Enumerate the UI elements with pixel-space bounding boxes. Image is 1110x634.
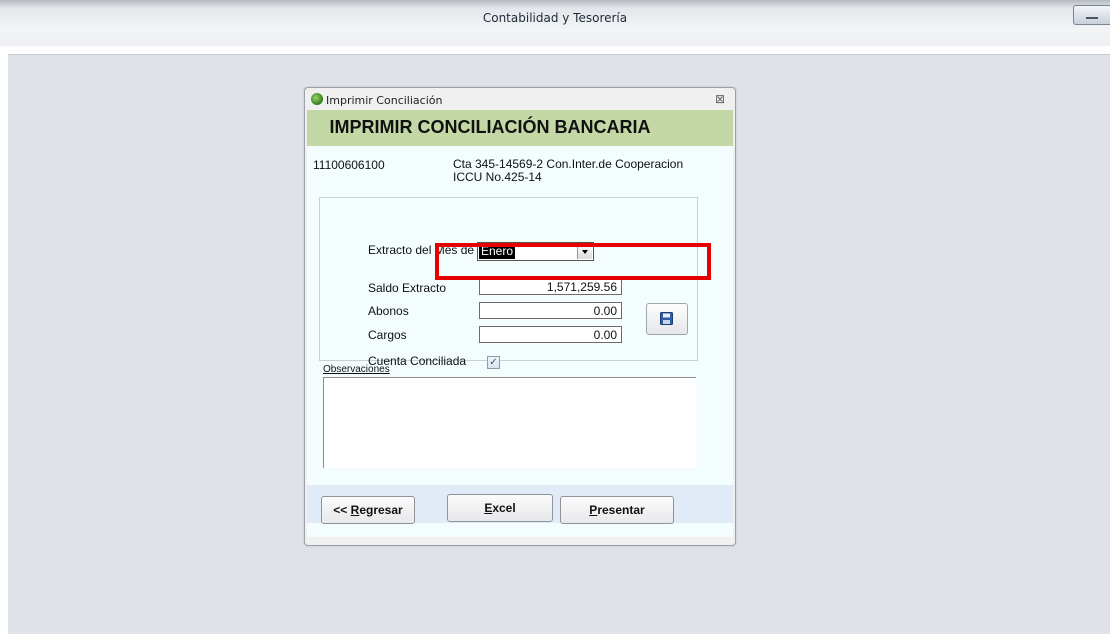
chevron-down-icon[interactable] [577,244,592,259]
dialog-client-area: IMPRIMIR CONCILIACIÓN BANCARIA 111006061… [307,110,733,537]
observaciones-label-text: Observaciones [323,364,390,375]
saldo-extracto-label: Saldo Extracto [368,281,447,295]
regresar-rest: egresar [359,503,403,517]
minimize-button[interactable] [1073,5,1110,25]
checkmark-icon: ✓ [489,357,498,368]
imprimir-conciliacion-dialog: Imprimir Conciliación ⊠ IMPRIMIR CONCILI… [304,87,736,546]
save-button[interactable] [646,303,688,335]
page-title: IMPRIMIR CONCILIACIÓN BANCARIA [329,117,651,137]
account-description: Cta 345-14569-2 Con.Inter.de Cooperacion… [453,157,684,184]
presentar-button[interactable]: Presentar [560,496,674,524]
dialog-title: Imprimir Conciliación [326,94,443,107]
excel-button[interactable]: Excel [447,494,553,522]
abonos-label: Abonos [368,304,409,318]
app-globe-icon [311,93,323,105]
observaciones-textarea[interactable] [323,377,696,468]
app-title: Contabilidad y Tesorería [482,11,628,25]
regresar-button[interactable]: << Regresar [321,496,415,524]
regresar-prefix: << [333,503,351,517]
saldo-extracto-field[interactable]: 1,571,259.56 [479,278,622,295]
account-code: 11100606100 [313,158,385,172]
excel-rest: xcel [492,501,516,515]
dialog-title-bar[interactable]: Imprimir Conciliación ⊠ [305,88,735,110]
abonos-field[interactable]: 0.00 [479,302,622,319]
cargos-label: Cargos [368,328,407,342]
cargos-field[interactable]: 0.00 [479,326,622,343]
close-icon[interactable]: ⊠ [715,92,725,106]
presentar-rest: resentar [597,503,645,517]
heading-banner: IMPRIMIR CONCILIACIÓN BANCARIA [307,110,733,146]
floppy-disk-icon [660,312,673,325]
month-select-value: Enero [479,244,516,259]
month-label: Extracto del Mes de [368,243,475,257]
observaciones-label: Observaciones [323,364,390,375]
app-title-bar: Contabilidad y Tesorería [0,0,1110,46]
button-bar: << Regresar Excel Presentar [307,485,733,524]
cuenta-conciliada-checkbox[interactable]: ✓ [487,356,500,369]
month-select[interactable]: Enero [477,242,594,261]
